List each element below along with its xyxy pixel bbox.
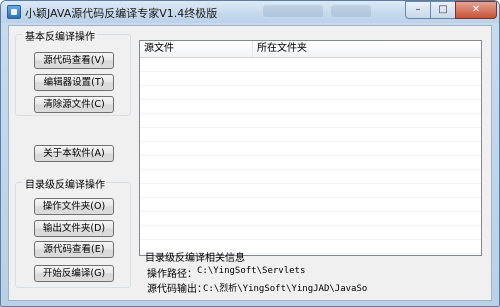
list-row-empty [140, 212, 481, 226]
app-icon [7, 5, 21, 19]
list-row-empty [140, 86, 481, 100]
start-decompile-button[interactable]: 开始反编译(G) [34, 265, 114, 282]
list-row-empty [140, 72, 481, 86]
list-row-empty [140, 170, 481, 184]
list-row-empty [140, 58, 481, 72]
operation-folder-button[interactable]: 操作文件夹(O) [34, 198, 114, 215]
editor-settings-button[interactable]: 编辑器设置(T) [34, 74, 114, 91]
output-path-value: C:\烈析\YingSoft\YingJAD\JavaSo [203, 284, 368, 294]
operation-path-value: C:\YingSoft\Servlets [197, 266, 306, 276]
list-row-empty [140, 226, 481, 240]
clear-source-button[interactable]: 清除源文件(C) [34, 96, 114, 113]
minimize-button[interactable]: – [405, 1, 431, 19]
output-path-label: 源代码输出： [147, 284, 207, 295]
list-row-empty [140, 114, 481, 128]
basic-group-label: 基本反编译操作 [23, 28, 97, 43]
dir-view-source-button[interactable]: 源代码查看(E) [34, 241, 114, 258]
list-row-empty [140, 156, 481, 170]
directory-group-label: 目录级反编译操作 [23, 176, 107, 191]
close-button[interactable]: ✕ [455, 1, 497, 19]
operation-path-label: 操作路径： [147, 269, 197, 280]
titlebar-blur [263, 5, 323, 17]
about-button[interactable]: 关于本软件(A) [34, 145, 114, 162]
output-folder-button[interactable]: 输出文件夹(D) [34, 220, 114, 237]
list-row-empty [140, 184, 481, 198]
column-header-folder[interactable]: 所在文件夹 [253, 41, 481, 57]
list-row-empty [140, 128, 481, 142]
file-list[interactable]: 源文件 所在文件夹 [139, 40, 482, 256]
list-row-empty [140, 198, 481, 212]
info-title: 目录级反编译相关信息 [145, 253, 245, 264]
list-row-empty [140, 100, 481, 114]
main-window: 小颖JAVA源代码反编译专家V1.4终极版 – □ ✕ 基本反编译操作 源代码查… [0, 0, 500, 307]
column-header-source-file[interactable]: 源文件 [140, 41, 253, 57]
title-bar[interactable]: 小颖JAVA源代码反编译专家V1.4终极版 – □ ✕ [1, 1, 499, 23]
maximize-button[interactable]: □ [430, 1, 456, 19]
titlebar-blur [331, 5, 371, 17]
window-title: 小颖JAVA源代码反编译专家V1.4终极版 [25, 7, 218, 20]
client-area: 基本反编译操作 源代码查看(V) 编辑器设置(T) 清除源文件(C) 关于本软件… [8, 25, 492, 301]
list-row-empty [140, 142, 481, 156]
file-list-header: 源文件 所在文件夹 [140, 41, 481, 58]
view-source-button[interactable]: 源代码查看(V) [34, 52, 114, 69]
